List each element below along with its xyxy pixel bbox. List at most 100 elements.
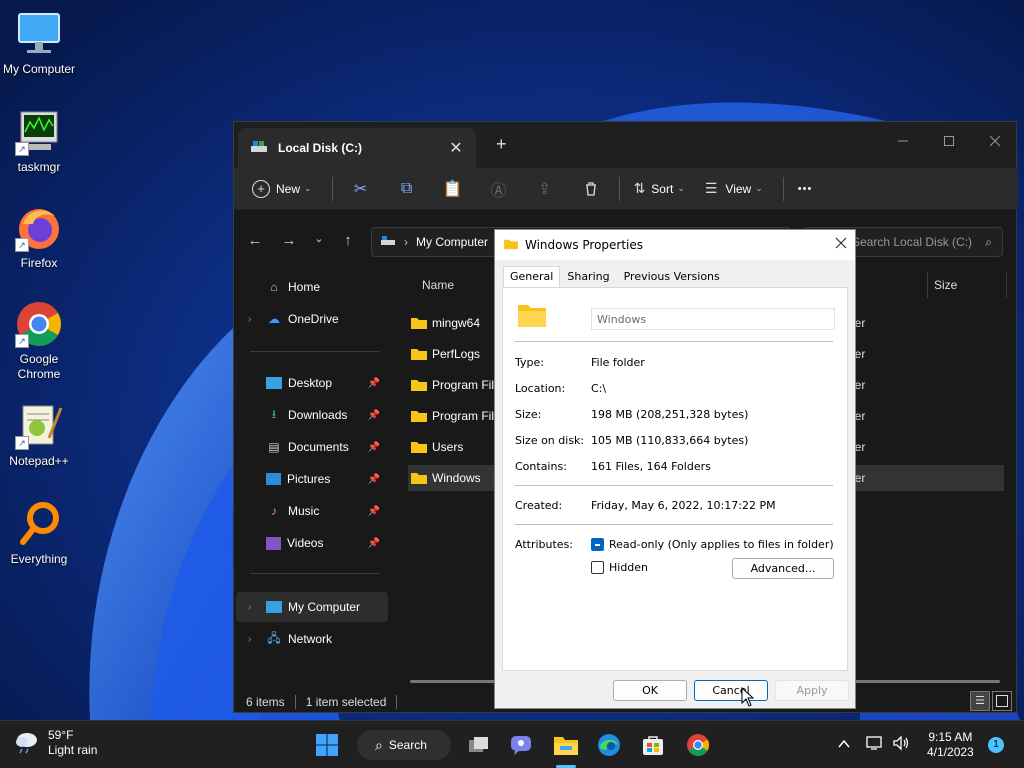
nav-item-documents[interactable]: ▤ Documents 📌 bbox=[236, 432, 388, 462]
desktop-icon-taskmgr[interactable]: ↗ taskmgr bbox=[0, 108, 78, 174]
notification-badge[interactable]: 1 bbox=[988, 737, 1004, 753]
see-more-button[interactable]: ••• bbox=[798, 183, 813, 195]
taskbar-search-button[interactable]: ⌕ Search bbox=[357, 730, 451, 760]
tiles-view-button[interactable] bbox=[992, 691, 1012, 711]
desktop-icon-firefox[interactable]: ↗ Firefox bbox=[0, 204, 78, 270]
rename-button[interactable]: Ⓐ bbox=[485, 175, 513, 203]
file-name: Users bbox=[432, 440, 464, 454]
desktop-icon-notepadpp[interactable]: ↗ Notepad++ bbox=[0, 402, 78, 468]
new-button[interactable]: + New ⌄ bbox=[252, 179, 312, 198]
arrow-right-icon: → bbox=[281, 232, 297, 249]
dialog-close-button[interactable] bbox=[835, 234, 847, 253]
shortcut-arrow-icon: ↗ bbox=[15, 334, 29, 348]
location-value: C:\ bbox=[591, 382, 607, 395]
start-button[interactable] bbox=[312, 730, 342, 760]
chevron-down-icon: ⌄ bbox=[755, 183, 763, 193]
nav-divider bbox=[250, 573, 380, 574]
taskbar-edge[interactable] bbox=[594, 730, 624, 760]
clock[interactable]: 9:15 AM 4/1/2023 bbox=[927, 730, 974, 760]
home-icon: ⌂ bbox=[270, 280, 278, 294]
breadcrumb-my-computer[interactable]: My Computer bbox=[416, 235, 488, 249]
recent-locations-button[interactable]: ⌄ bbox=[308, 232, 330, 245]
up-button[interactable]: ↑ bbox=[337, 232, 359, 249]
network-tray-icon[interactable] bbox=[866, 735, 884, 754]
readonly-checkbox[interactable] bbox=[591, 538, 604, 551]
column-divider[interactable] bbox=[927, 272, 928, 298]
chevron-up-icon bbox=[838, 739, 850, 748]
taskbar-file-explorer[interactable] bbox=[551, 730, 581, 768]
properties-dialog: Windows Properties General Sharing Previ… bbox=[494, 229, 856, 709]
advanced-button[interactable]: Advanced... bbox=[732, 558, 834, 579]
tab-previous-versions[interactable]: Previous Versions bbox=[617, 266, 727, 288]
minimize-button[interactable] bbox=[880, 128, 926, 158]
pin-icon[interactable]: 📌 bbox=[368, 378, 380, 389]
delete-button[interactable] bbox=[577, 175, 605, 203]
nav-item-my-computer[interactable]: › My Computer bbox=[236, 592, 388, 622]
desktop-icon-chrome[interactable]: ↗ Google Chrome bbox=[0, 300, 78, 382]
chrome-icon: ↗ bbox=[15, 300, 63, 348]
details-view-button[interactable]: ☰ bbox=[970, 691, 990, 711]
status-divider bbox=[396, 695, 398, 709]
size-value: 198 MB (208,251,328 bytes) bbox=[591, 408, 749, 421]
nav-item-network[interactable]: › 🖧 Network bbox=[236, 624, 388, 654]
desktop-icon bbox=[266, 377, 282, 389]
taskbar-chrome[interactable] bbox=[683, 730, 713, 760]
back-button[interactable]: ← bbox=[244, 232, 266, 249]
nav-item-desktop[interactable]: Desktop 📌 bbox=[236, 368, 388, 398]
contains-label: Contains: bbox=[515, 460, 567, 473]
created-value: Friday, May 6, 2022, 10:17:22 PM bbox=[591, 499, 776, 512]
new-tab-button[interactable]: + bbox=[496, 134, 507, 155]
copy-button[interactable]: ⧉ bbox=[393, 175, 421, 203]
cancel-button[interactable]: Cancel bbox=[694, 680, 768, 701]
tab-local-disk[interactable]: Local Disk (C:) ✕ bbox=[238, 128, 476, 168]
close-window-button[interactable] bbox=[972, 128, 1018, 158]
folder-icon bbox=[410, 440, 428, 454]
pin-icon[interactable]: 📌 bbox=[368, 410, 380, 421]
maximize-button[interactable] bbox=[926, 128, 972, 158]
separator bbox=[515, 341, 833, 342]
sort-button[interactable]: ⇅ Sort ⌄ bbox=[634, 180, 685, 197]
weather-widget[interactable]: 59°F Light rain bbox=[14, 728, 97, 758]
hidden-label[interactable]: Hidden bbox=[609, 561, 648, 574]
share-button[interactable]: ⇪ bbox=[531, 175, 559, 203]
teams-chat-button[interactable] bbox=[506, 730, 536, 760]
view-button-label: View bbox=[725, 181, 752, 196]
nav-item-downloads[interactable]: ⭳ Downloads 📌 bbox=[236, 400, 388, 430]
pin-icon[interactable]: 📌 bbox=[368, 442, 380, 453]
column-header-name[interactable]: Name bbox=[422, 278, 454, 292]
pin-icon[interactable]: 📌 bbox=[368, 474, 380, 485]
desktop-icon-everything[interactable]: Everything bbox=[0, 500, 78, 566]
nav-item-home[interactable]: ⌂ Home bbox=[236, 272, 388, 302]
status-divider bbox=[294, 695, 296, 709]
ok-button[interactable]: OK bbox=[613, 680, 687, 701]
taskbar-store[interactable] bbox=[638, 730, 668, 760]
paste-button[interactable]: 📋 bbox=[439, 175, 467, 203]
desktop-icon-my-computer[interactable]: My Computer bbox=[0, 10, 78, 76]
mouse-cursor-icon bbox=[741, 686, 755, 710]
file-explorer-icon bbox=[554, 737, 578, 755]
general-tab-panel: Windows Type: File folder Location: C:\ … bbox=[502, 287, 848, 671]
nav-item-music[interactable]: ♪ Music 📌 bbox=[236, 496, 388, 526]
apply-button[interactable]: Apply bbox=[775, 680, 849, 701]
column-divider[interactable] bbox=[1006, 272, 1007, 298]
hidden-checkbox[interactable] bbox=[591, 561, 604, 574]
nav-item-pictures[interactable]: Pictures 📌 bbox=[236, 464, 388, 494]
task-view-button[interactable] bbox=[464, 730, 494, 760]
nav-item-videos[interactable]: Videos 📌 bbox=[236, 528, 388, 558]
view-button[interactable]: ☰ View ⌄ bbox=[705, 180, 763, 197]
tab-sharing[interactable]: Sharing bbox=[560, 266, 616, 288]
volume-icon[interactable] bbox=[892, 735, 910, 754]
drive-icon bbox=[250, 140, 268, 157]
nav-item-onedrive[interactable]: › ☁ OneDrive bbox=[236, 304, 388, 334]
column-header-size[interactable]: Size bbox=[934, 278, 957, 292]
tab-close-icon[interactable]: ✕ bbox=[446, 138, 466, 158]
desktop-icon-label: Everything bbox=[10, 552, 68, 566]
pin-icon[interactable]: 📌 bbox=[368, 538, 380, 549]
folder-name-input[interactable]: Windows bbox=[591, 308, 835, 330]
forward-button[interactable]: → bbox=[278, 232, 300, 249]
show-hidden-icons-button[interactable] bbox=[838, 737, 850, 752]
tab-general[interactable]: General bbox=[503, 266, 561, 288]
cut-button[interactable]: ✂ bbox=[347, 175, 375, 203]
readonly-label[interactable]: Read-only (Only applies to files in fold… bbox=[609, 538, 834, 551]
pin-icon[interactable]: 📌 bbox=[368, 506, 380, 517]
